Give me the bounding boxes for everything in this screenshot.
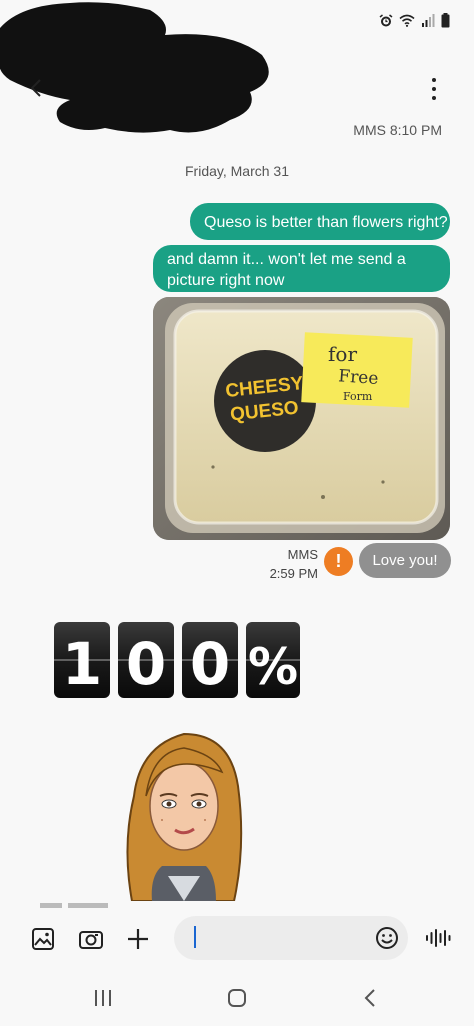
date-separator: Friday, March 31 (185, 163, 289, 179)
signal-icon (422, 14, 435, 27)
queso-photo-drawing: CHEESY QUESO for Free Form (153, 297, 450, 540)
sent-message-bubble[interactable]: Queso is better than flowers right? (190, 203, 450, 240)
message-input[interactable] (174, 916, 408, 960)
attached-photo[interactable]: CHEESY QUESO for Free Form (153, 297, 450, 540)
battery-icon (441, 13, 450, 28)
sticky-note-line1: for (328, 342, 357, 366)
sticky-note-line2: Free (338, 366, 379, 389)
failed-message-meta: MMS 2:59 PM (250, 545, 318, 583)
send-error-icon[interactable]: ! (324, 547, 353, 576)
flip-tile: % (246, 622, 300, 698)
clipped-meta-text (40, 903, 108, 908)
camera-icon[interactable] (78, 926, 104, 952)
alarm-icon (379, 13, 393, 26)
flip-tile: 1 (54, 622, 110, 698)
sent-message-bubble[interactable]: and damn it... won't let me send a pictu… (153, 245, 450, 292)
flip-tile: 0 (182, 622, 238, 698)
sticky-note-line3: Form (343, 390, 373, 403)
emoji-icon[interactable] (374, 925, 400, 951)
flip-digit: 0 (126, 630, 166, 698)
flip-digit: 0 (190, 630, 230, 698)
voice-icon[interactable] (424, 925, 452, 951)
gallery-icon[interactable] (30, 926, 56, 952)
status-icons (379, 13, 450, 28)
back-arrow-icon[interactable] (28, 78, 44, 98)
redaction-mark (0, 2, 269, 133)
back-icon[interactable] (356, 986, 386, 1010)
bitmoji-sticker[interactable] (122, 726, 246, 901)
text-cursor (194, 926, 196, 948)
failed-message-time: 2:59 PM (269, 566, 318, 581)
system-nav-bar (0, 970, 474, 1026)
recents-icon[interactable] (88, 986, 118, 1010)
wifi-icon (399, 14, 415, 27)
home-icon[interactable] (222, 986, 252, 1010)
plus-icon[interactable] (125, 926, 151, 952)
flip-digit: % (248, 638, 298, 696)
flip-digit: 1 (62, 630, 102, 698)
more-options-icon[interactable] (426, 76, 442, 102)
messages-screen: MMS 8:10 PM Friday, March 31 Queso is be… (0, 0, 474, 1026)
message-meta: MMS 8:10 PM (353, 122, 442, 138)
flip-tile: 0 (118, 622, 174, 698)
sticker-100-percent[interactable]: 1 0 0 % (52, 620, 302, 700)
failed-message-type: MMS (287, 547, 318, 562)
failed-message-bubble[interactable]: Love you! (359, 543, 451, 578)
